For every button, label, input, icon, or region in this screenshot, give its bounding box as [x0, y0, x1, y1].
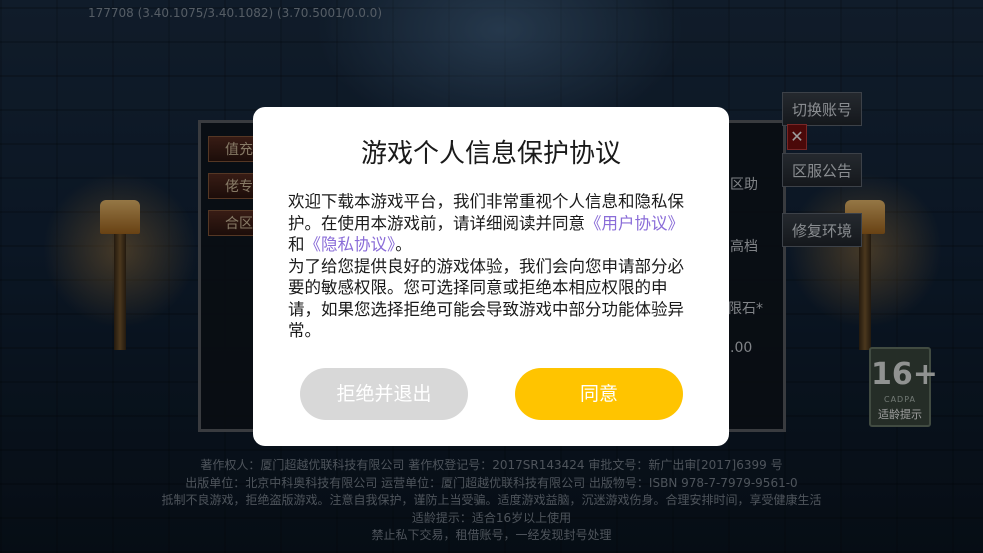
dialog-paragraph: 为了给您提供良好的游戏体验，我们会向您申请部分必要的敏感权限。您可选择同意或拒绝… — [288, 256, 684, 341]
agree-button[interactable]: 同意 — [515, 368, 683, 420]
dialog-text: 。 — [395, 235, 412, 254]
privacy-policy-link[interactable]: 《隐私协议》 — [305, 235, 396, 254]
reject-and-exit-button[interactable]: 拒绝并退出 — [300, 368, 468, 420]
user-agreement-link[interactable]: 《用户协议》 — [585, 214, 684, 233]
dialog-title: 游戏个人信息保护协议 — [360, 139, 621, 169]
dialog-text: 和 — [288, 235, 305, 254]
privacy-agreement-dialog: 游戏个人信息保护协议 欢迎下载本游戏平台，我们非常重视个人信息和隐私保护。在使用… — [253, 107, 729, 446]
dialog-body: 欢迎下载本游戏平台，我们非常重视个人信息和隐私保护。在使用本游戏前，请详细阅读并… — [288, 191, 698, 342]
dialog-paragraph: 欢迎下载本游戏平台，我们非常重视个人信息和隐私保护。在使用本游戏前，请详细阅读并… — [288, 191, 698, 256]
